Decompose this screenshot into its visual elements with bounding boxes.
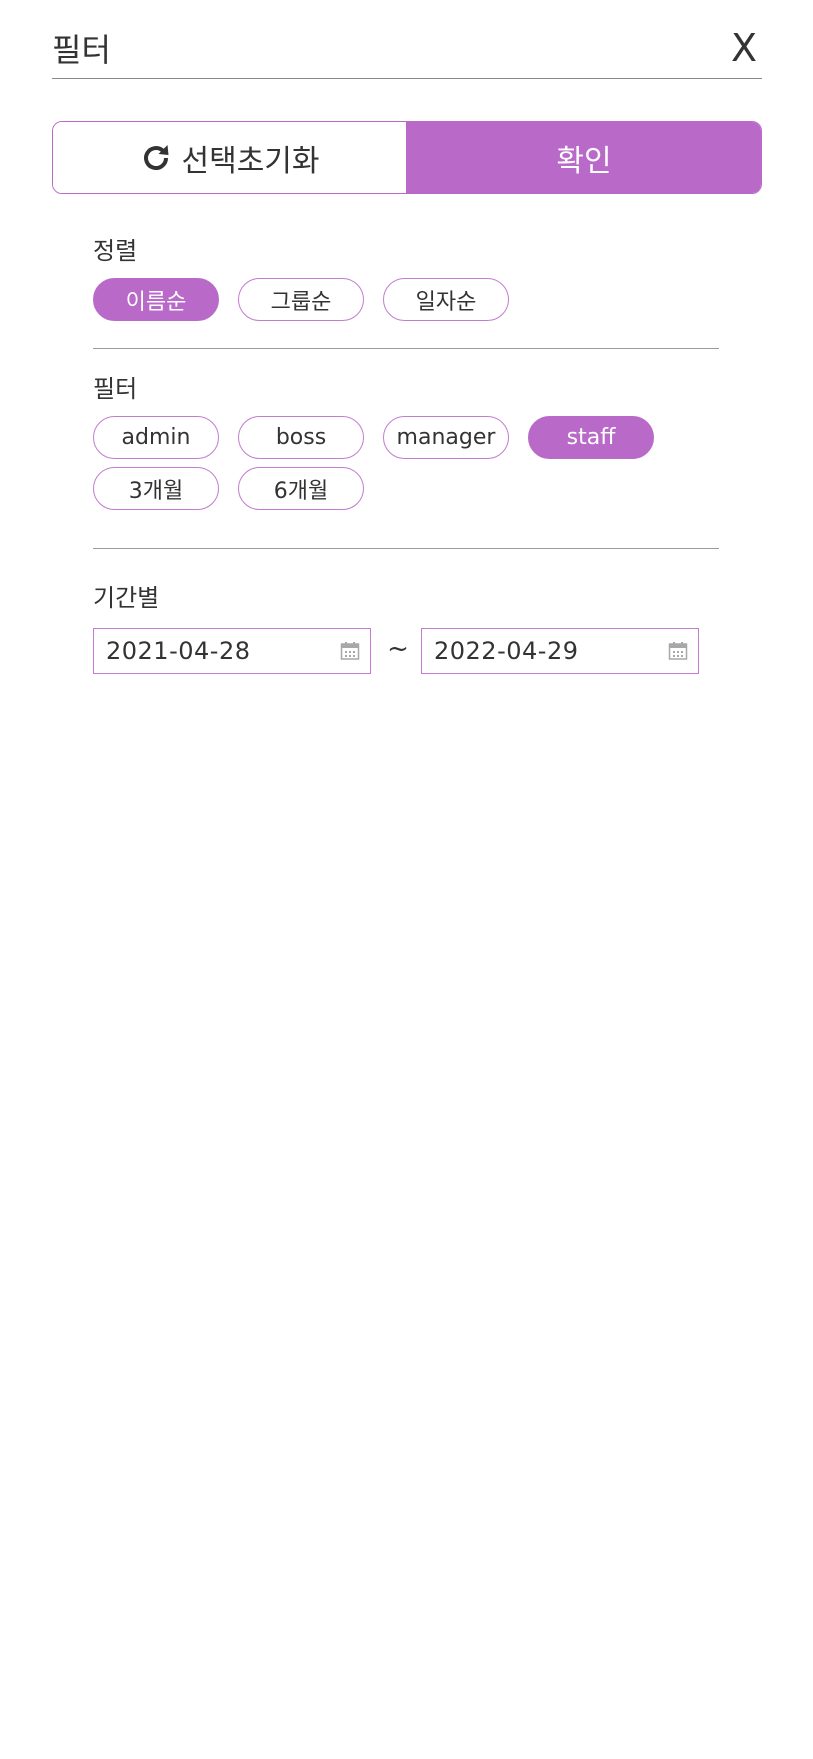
- date-range-separator: ~: [387, 634, 409, 664]
- refresh-icon: [143, 144, 168, 170]
- filter-option-staff[interactable]: staff: [528, 416, 654, 459]
- sort-label: 정렬: [93, 237, 138, 265]
- sort-section: 정렬 이름순 그룹순 일자순: [93, 236, 719, 321]
- action-bar: 선택초기화 확인: [52, 121, 762, 194]
- end-date-value: 2022-04-29: [434, 637, 579, 665]
- sort-option-name[interactable]: 이름순: [93, 278, 219, 321]
- period-section: 기간별 2021-04-28 ~ 2022-04-29: [93, 583, 719, 674]
- filter-option-boss[interactable]: boss: [238, 416, 364, 459]
- start-date-field[interactable]: 2021-04-28: [93, 628, 371, 674]
- filter-label: 필터: [93, 375, 138, 403]
- close-button[interactable]: X: [724, 28, 764, 68]
- confirm-button[interactable]: 확인: [407, 122, 761, 193]
- reset-selection-button[interactable]: 선택초기화: [53, 122, 407, 193]
- date-range: 2021-04-28 ~ 2022-04-29: [93, 628, 719, 674]
- filter-option-manager[interactable]: manager: [383, 416, 509, 459]
- sort-option-date[interactable]: 일자순: [383, 278, 509, 321]
- sort-option-group[interactable]: 그룹순: [238, 278, 364, 321]
- filter-header: 필터 X: [52, 22, 762, 79]
- reset-label: 선택초기화: [181, 143, 320, 179]
- page-title: 필터: [52, 31, 111, 69]
- calendar-icon[interactable]: [340, 641, 360, 661]
- section-divider: [93, 348, 719, 349]
- calendar-icon[interactable]: [668, 641, 688, 661]
- filter-section: 필터 admin boss manager staff 3개월 6개월: [93, 374, 719, 510]
- start-date-value: 2021-04-28: [106, 637, 251, 665]
- end-date-field[interactable]: 2022-04-29: [421, 628, 699, 674]
- filter-option-3-months[interactable]: 3개월: [93, 467, 219, 510]
- period-label: 기간별: [93, 584, 160, 612]
- section-divider: [93, 548, 719, 549]
- filter-option-admin[interactable]: admin: [93, 416, 219, 459]
- filter-option-6-months[interactable]: 6개월: [238, 467, 364, 510]
